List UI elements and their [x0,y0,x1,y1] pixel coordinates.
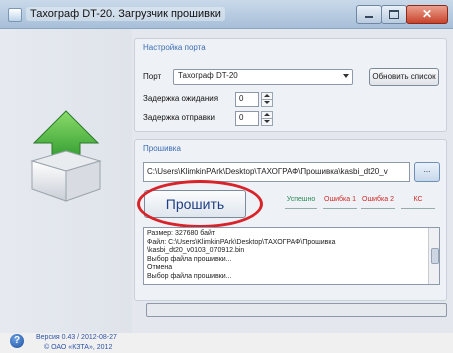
log-scrollbar[interactable] [428,228,439,284]
close-icon: ✕ [421,7,433,21]
log-line: Размер: 327680 байт [147,230,216,237]
log-line: \kasbi_dt20_v0103_070912.bin [147,247,245,255]
status-checksum-label: КС [413,196,423,203]
maximize-button[interactable] [381,5,407,24]
port-label: Порт [143,72,162,81]
status-error-2-label: Ошибка 2 [362,196,394,203]
help-icon[interactable]: ? [10,334,24,348]
send-delay-stepper[interactable]: 0 [235,111,275,126]
left-panel: ? Версия 0.43 / 2012-08-27 © ОАО «КЗТА»,… [0,29,132,351]
log-line: Выбор файла прошивки... [147,255,232,263]
flash-button[interactable]: Прошить [144,190,246,218]
version-line: Версия 0.43 / 2012-08-27 [36,334,117,341]
version-info: Версия 0.43 / 2012-08-27 © ОАО «КЗТА», 2… [36,333,134,353]
browse-button[interactable]: ... [414,162,440,182]
firmware-path-field[interactable]: C:\Users\KlimkinPArk\Desktop\ТАХОГРАФ\Пр… [143,162,410,182]
send-delay-value: 0 [239,113,244,122]
log-line: Выбор файла прошивки... [147,272,232,280]
firmware-group: Прошивка C:\Users\KlimkinPArk\Desktop\ТА… [134,139,447,301]
send-delay-field[interactable]: 0 [235,111,259,126]
app-icon [8,8,22,22]
port-settings-legend: Настройка порта [143,43,206,52]
close-button[interactable]: ✕ [406,5,448,24]
stepper-down-icon[interactable] [261,118,273,126]
port-settings-group: Настройка порта Порт Тахограф DT-20 Обно… [134,38,447,132]
status-checksum: КС [401,196,435,209]
port-select-value: Тахограф DT-20 [178,71,238,80]
log-textbox[interactable]: Размер: 327680 байт Файл: C:\Users\Klimk… [143,227,440,285]
status-error-2: Ошибка 2 [361,196,395,209]
upload-box-icon [30,110,102,202]
refresh-list-button[interactable]: Обновить список [369,68,439,86]
firmware-legend: Прошивка [143,144,181,153]
status-error-1: Ошибка 1 [323,196,357,209]
title-bar[interactable]: Тахограф DT-20. Загрузчик прошивки ✕ [0,0,453,29]
window-title: Тахограф DT-20. Загрузчик прошивки [26,7,225,21]
scrollbar-thumb[interactable] [431,248,439,264]
wait-delay-value: 0 [239,94,244,103]
progress-bar [146,303,447,317]
status-success-label: Успешно [286,196,316,203]
chevron-down-icon[interactable] [343,74,349,78]
loader-window: Тахограф DT-20. Загрузчик прошивки ✕ ? В… [0,0,453,351]
wait-delay-label: Задержка ожидания [143,94,219,103]
status-error-1-label: Ошибка 1 [324,196,356,203]
wait-delay-field[interactable]: 0 [235,92,259,107]
log-lines: Размер: 327680 байт Файл: C:\Users\Klimk… [147,230,419,282]
wait-delay-stepper[interactable]: 0 [235,92,275,107]
log-line: Файл: C:\Users\KlimkinPArk\Desktop\ТАХОГ… [147,238,336,246]
status-success: Успешно [285,196,317,209]
send-delay-label: Задержка отправки [143,113,215,122]
copyright-line: © ОАО «КЗТА», 2012 [44,344,113,351]
firmware-path-value: C:\Users\KlimkinPArk\Desktop\ТАХОГРАФ\Пр… [147,167,388,176]
port-select[interactable]: Тахограф DT-20 [173,69,353,85]
minimize-button[interactable] [356,5,382,24]
log-line: Отмена [147,264,173,272]
stepper-down-icon[interactable] [261,99,273,107]
